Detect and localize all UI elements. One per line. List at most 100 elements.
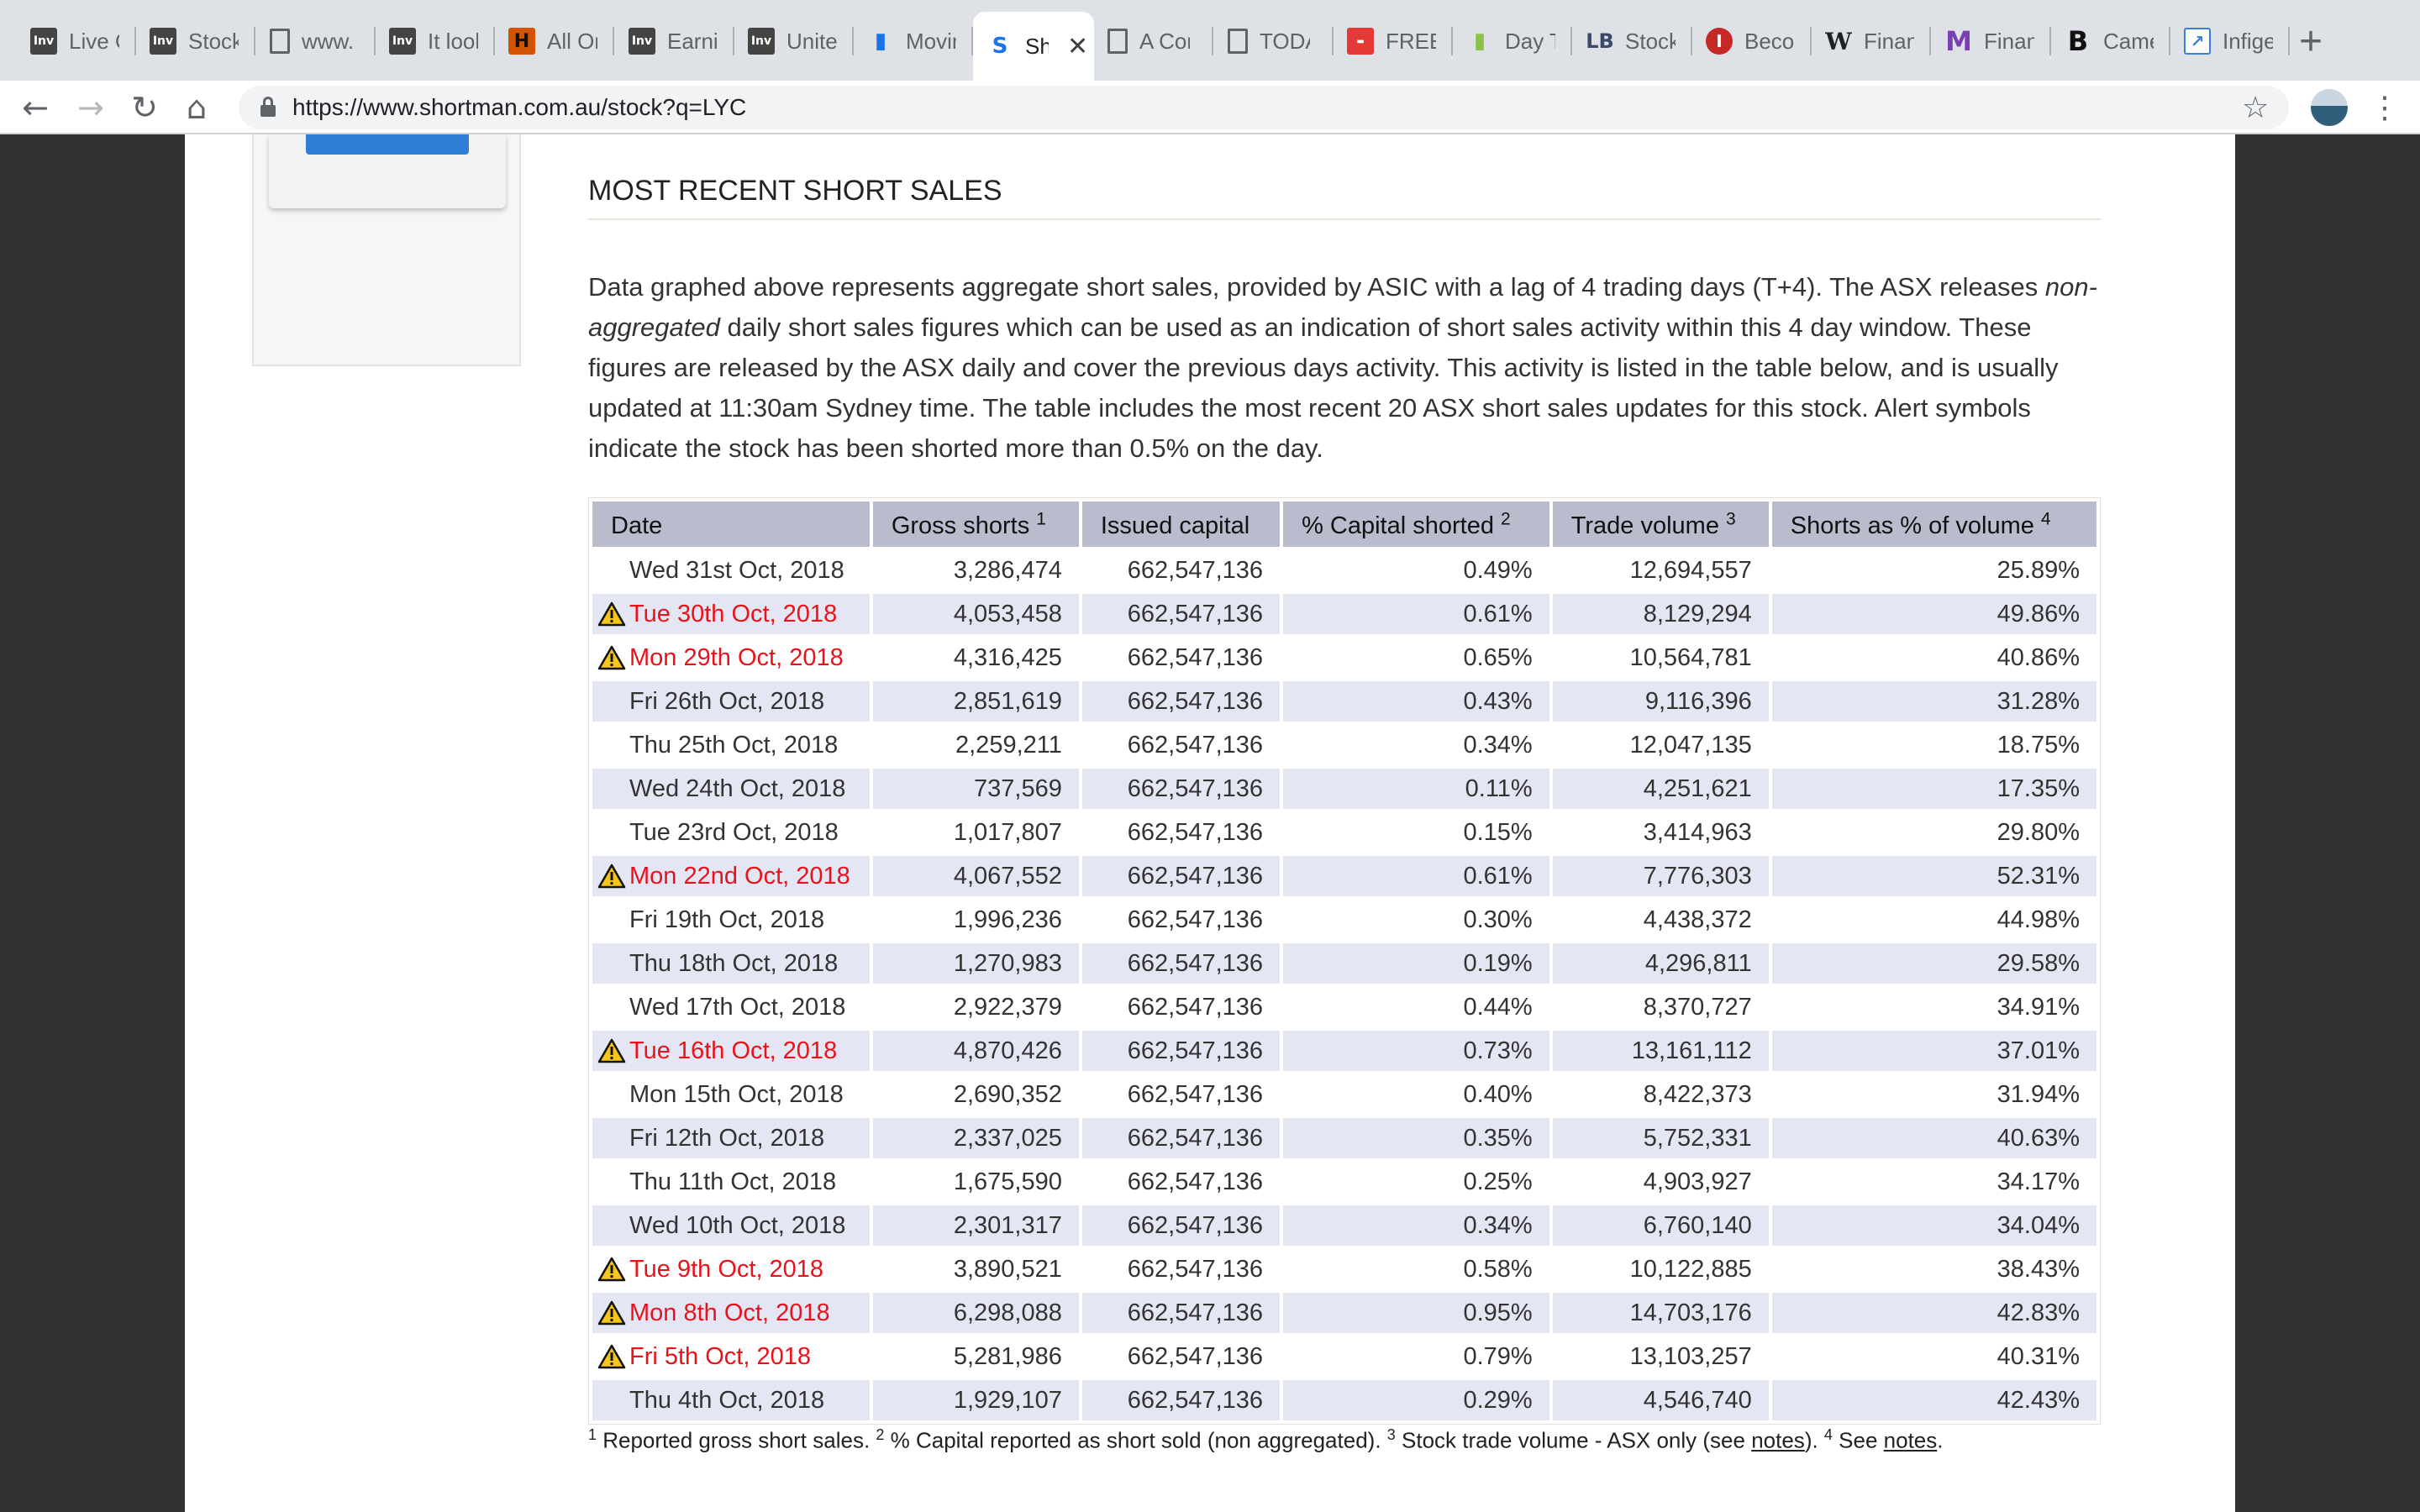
browser-tab[interactable]: M Finan bbox=[1932, 15, 2051, 67]
capital-shorted-cell: 0.61% bbox=[1283, 856, 1549, 896]
table-row: Mon 15th Oct, 2018 2,690,352 662,547,136 0.… bbox=[592, 1074, 2096, 1115]
page-content: MOST RECENT SHORT SALES Data graphed abo… bbox=[185, 134, 2235, 1512]
new-tab-plus-icon[interactable]: + bbox=[2299, 20, 2323, 64]
url-text[interactable]: https://www.shortman.com.au/stock?q=LYC bbox=[292, 94, 746, 121]
footnote-marker: 2 bbox=[1501, 508, 1511, 528]
capital-shorted-cell: 0.43% bbox=[1283, 681, 1549, 722]
sidebar-button[interactable] bbox=[306, 134, 469, 155]
address-bar[interactable]: https://www.shortman.com.au/stock?q=LYC bbox=[239, 86, 2289, 129]
trade-volume-cell: 4,251,621 bbox=[1552, 769, 1769, 809]
browser-tab[interactable]: Inv It look bbox=[376, 15, 495, 67]
investing-icon: Inv bbox=[629, 28, 655, 55]
table-row: Tue 16th Oct, 2018 4,870,426 662,547,136 0.… bbox=[592, 1031, 2096, 1071]
tab-label: Becon bbox=[1744, 28, 1795, 54]
date-text: Wed 24th Oct, 2018 bbox=[629, 774, 846, 802]
gross-shorts-cell: 1,996,236 bbox=[953, 906, 1062, 933]
investing-icon: Inv bbox=[389, 28, 416, 55]
browser-tab[interactable]: H All Or bbox=[495, 15, 614, 67]
issued-capital-cell: 662,547,136 bbox=[1081, 681, 1281, 722]
gross-shorts-cell: 1,017,807 bbox=[953, 818, 1062, 846]
browser-tab[interactable]: W Finan bbox=[1812, 15, 1931, 67]
column-header[interactable]: Gross shorts 1 bbox=[872, 501, 1079, 547]
date-text: Tue 23rd Oct, 2018 bbox=[629, 818, 839, 846]
browser-tab[interactable]: ↗ Infige bbox=[2170, 15, 2290, 67]
issued-capital-cell: 662,547,136 bbox=[1081, 594, 1281, 634]
document-icon bbox=[270, 29, 290, 54]
browser-tab[interactable]: ▬ FREE bbox=[1334, 15, 1453, 67]
shorts-pct-volume-cell: 52.31% bbox=[1771, 856, 2096, 896]
gross-shorts-cell: 1,675,590 bbox=[953, 1168, 1062, 1195]
table-header-row: Date Gross shorts 1 Issued capital % Capita… bbox=[592, 501, 2096, 547]
gross-shorts-cell: 1,929,107 bbox=[872, 1380, 1079, 1420]
browser-tab[interactable]: LB Stock bbox=[1573, 15, 1692, 67]
table-row: Fri 12th Oct, 2018 2,337,025 662,547,136 0.… bbox=[592, 1118, 2096, 1158]
issued-capital-cell: 662,547,136 bbox=[1127, 1168, 1264, 1195]
back-arrow-icon[interactable]: ← bbox=[15, 87, 55, 128]
date-cell: Mon 8th Oct, 2018 bbox=[592, 1293, 870, 1333]
date-text: Thu 11th Oct, 2018 bbox=[629, 1168, 837, 1195]
browser-tab[interactable]: www. bbox=[256, 15, 376, 67]
notes-link-2[interactable]: notes bbox=[1884, 1428, 1938, 1453]
table-row: Thu 18th Oct, 2018 1,270,983 662,547,136 0.… bbox=[592, 943, 2096, 984]
column-header[interactable]: Trade volume 3 bbox=[1552, 501, 1769, 547]
footnote-marker-2: 2 bbox=[876, 1426, 885, 1443]
shorts-pct-volume-cell: 40.31% bbox=[1996, 1342, 2080, 1370]
issued-capital-cell: 662,547,136 bbox=[1127, 993, 1264, 1021]
description-paragraph: Data graphed above represents aggregate … bbox=[588, 267, 2101, 469]
table-row: Wed 24th Oct, 2018 737,569 662,547,136 0.11… bbox=[592, 769, 2096, 809]
date-cell: Thu 25th Oct, 2018 bbox=[592, 725, 870, 765]
date-text: Wed 17th Oct, 2018 bbox=[629, 993, 846, 1021]
section-title: MOST RECENT SHORT SALES bbox=[588, 175, 2101, 220]
capital-shorted-cell: 0.34% bbox=[1283, 1205, 1549, 1246]
tab-label: www. bbox=[302, 28, 352, 54]
tab-label: Movin bbox=[906, 28, 956, 54]
browser-tab[interactable]: A Cor bbox=[1094, 15, 1213, 67]
profile-avatar[interactable] bbox=[2311, 89, 2348, 126]
browser-tab[interactable]: I Becon bbox=[1692, 15, 1812, 67]
column-header[interactable]: Issued capital bbox=[1081, 501, 1281, 547]
tab-separator bbox=[2288, 27, 2290, 55]
date-text: Thu 25th Oct, 2018 bbox=[629, 731, 839, 759]
shorts-pct-volume-cell: 37.01% bbox=[1771, 1031, 2096, 1071]
reload-icon[interactable]: ↻ bbox=[124, 87, 165, 128]
capital-shorted-cell: 0.19% bbox=[1283, 943, 1549, 984]
browser-tab[interactable]: Inv Unite bbox=[734, 15, 854, 67]
column-header-label: Gross shorts bbox=[891, 512, 1037, 539]
issued-capital-cell: 662,547,136 bbox=[1081, 769, 1281, 809]
capital-shorted-cell: 0.34% bbox=[1463, 731, 1533, 759]
browser-tab[interactable]: Inv Earnin bbox=[615, 15, 734, 67]
shorts-pct-volume-cell: 42.43% bbox=[1771, 1380, 2096, 1420]
date-cell: Tue 23rd Oct, 2018 bbox=[592, 812, 870, 853]
shorts-pct-volume-cell: 38.43% bbox=[1996, 1255, 2080, 1283]
more-menu-icon[interactable]: ⋮ bbox=[2370, 86, 2400, 129]
tab-label: It look bbox=[428, 28, 478, 54]
date-cell: Wed 17th Oct, 2018 bbox=[592, 987, 870, 1027]
browser-tab[interactable]: Inv Stock bbox=[136, 15, 255, 67]
notes-link[interactable]: notes bbox=[1751, 1428, 1805, 1453]
gross-shorts-cell: 2,259,211 bbox=[955, 731, 1062, 759]
shorts-pct-volume-cell: 17.35% bbox=[1771, 769, 2096, 809]
browser-tab[interactable]: TODA bbox=[1214, 15, 1334, 67]
browser-tab[interactable]: B Came bbox=[2051, 15, 2170, 67]
tab-label: Finan bbox=[1864, 28, 1914, 54]
browser-tab[interactable]: ▮ Movin bbox=[854, 15, 973, 67]
wikipedia-icon: W bbox=[1825, 27, 1852, 55]
home-icon[interactable]: ⌂ bbox=[176, 87, 217, 128]
date-cell: Thu 4th Oct, 2018 bbox=[592, 1380, 870, 1420]
column-header[interactable]: Shorts as % of volume 4 bbox=[1771, 501, 2096, 547]
browser-tab[interactable]: Inv Live C bbox=[17, 15, 136, 67]
issued-capital-cell: 662,547,136 bbox=[1127, 1342, 1264, 1370]
document-icon bbox=[1107, 29, 1128, 54]
column-header-label: Date bbox=[611, 512, 663, 539]
issued-capital-cell: 662,547,136 bbox=[1081, 1205, 1281, 1246]
column-header[interactable]: Date bbox=[592, 501, 870, 547]
warning-triangle-icon bbox=[597, 1257, 626, 1282]
bookmark-star-icon[interactable]: ☆ bbox=[2242, 91, 2269, 124]
column-header[interactable]: % Capital shorted 2 bbox=[1283, 501, 1549, 547]
browser-tab[interactable]: ▮ Day T bbox=[1453, 15, 1572, 67]
browser-tab[interactable]: S Sh ✕ bbox=[973, 12, 1094, 81]
close-tab-icon[interactable]: ✕ bbox=[1067, 32, 1088, 61]
date-cell: Thu 11th Oct, 2018 bbox=[592, 1162, 870, 1202]
forward-arrow-icon[interactable]: → bbox=[71, 87, 111, 128]
capital-shorted-cell: 0.30% bbox=[1463, 906, 1533, 933]
